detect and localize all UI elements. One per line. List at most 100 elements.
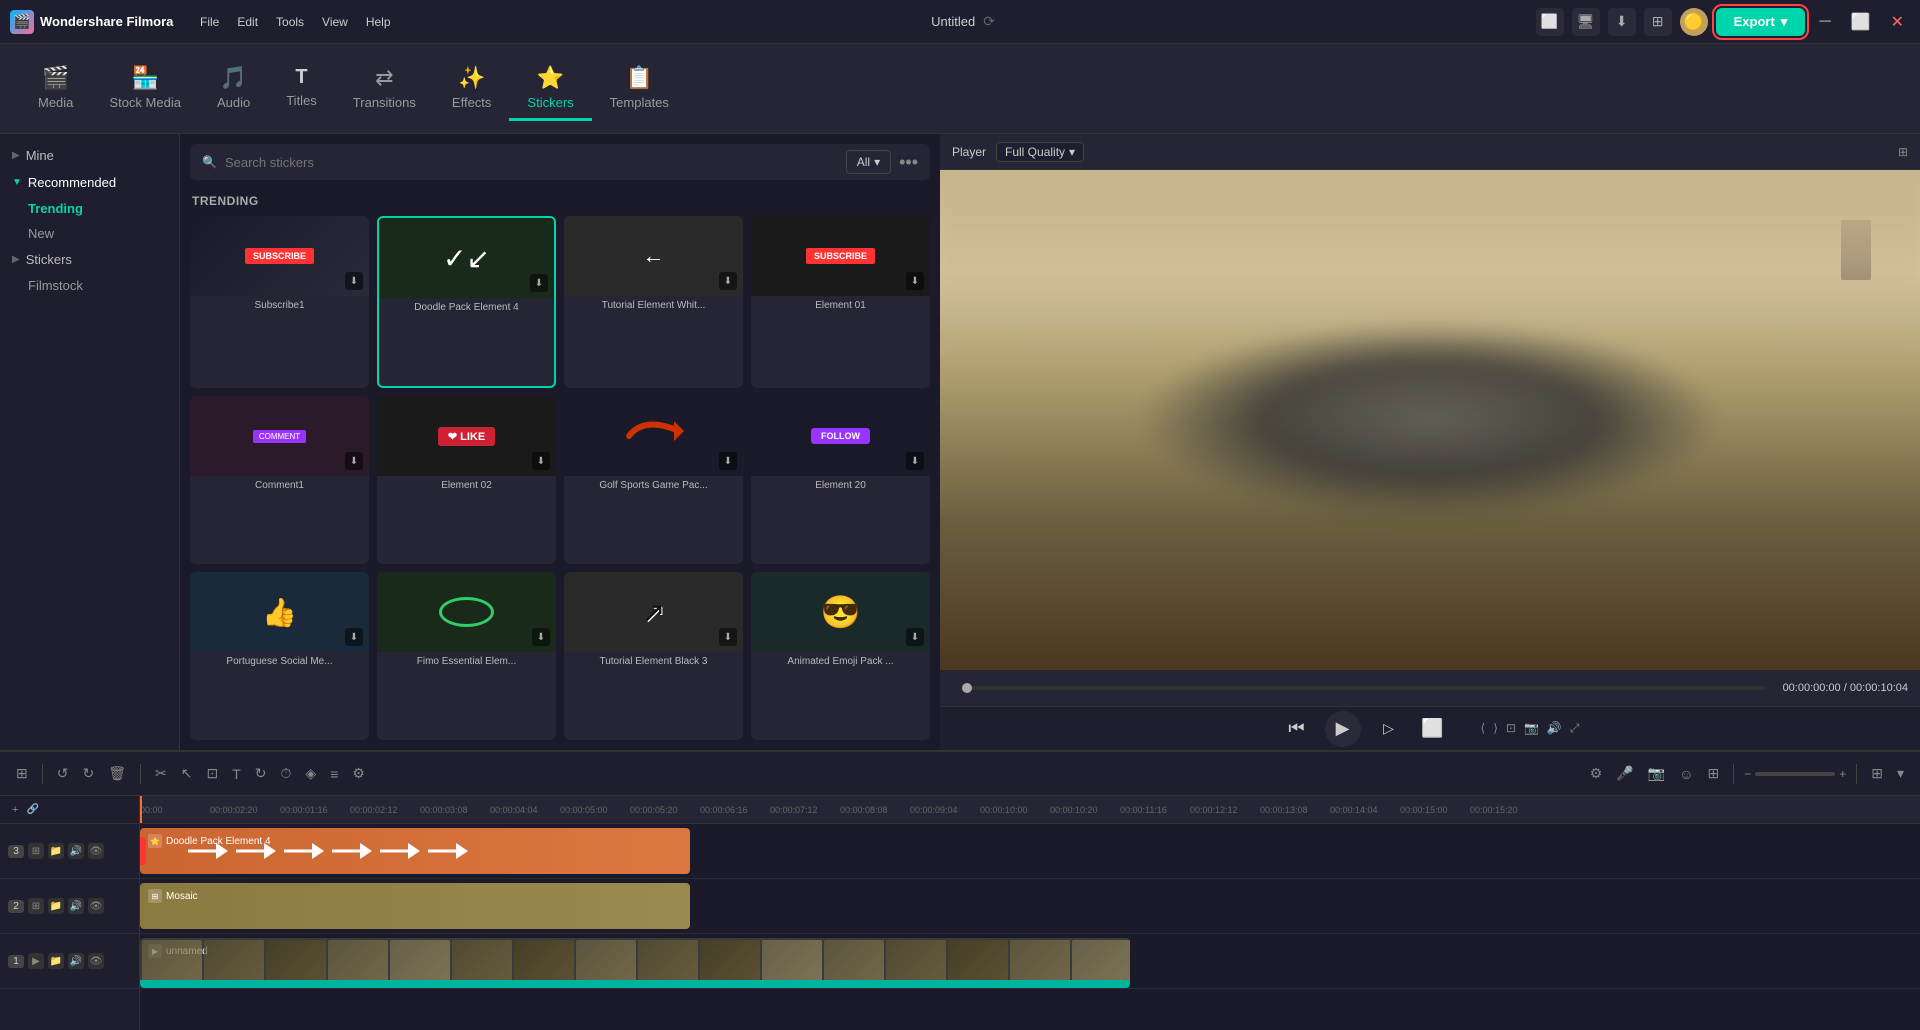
tab-transitions[interactable]: ⇄ Transitions [335, 57, 434, 121]
menu-view[interactable]: View [322, 15, 348, 29]
sidebar-item-stickers[interactable]: ▶ Stickers [0, 246, 179, 273]
timeline-rotate-button[interactable]: ↻ [251, 761, 271, 786]
sticker-element01[interactable]: SUBSCRIBE ⬇ Element 01 [751, 216, 930, 388]
prev-frame-button[interactable]: ⏮ [1281, 713, 1313, 745]
topbar-icon-3[interactable]: ⬇ [1608, 8, 1636, 36]
download-comment-icon[interactable]: ⬇ [345, 452, 363, 470]
layout-icon[interactable]: ⊞ [1898, 145, 1908, 159]
sticker-element02[interactable]: ❤ LIKE ⬇ Element 02 [377, 396, 556, 564]
clip-mosaic[interactable]: ⊞ Mosaic [140, 883, 690, 929]
tab-titles[interactable]: T Titles [268, 58, 335, 119]
playhead[interactable] [140, 796, 142, 823]
timeline-extra-button[interactable]: ⊞ [1703, 761, 1723, 786]
sticker-subscribe1[interactable]: SUBSCRIBE ⬇ Subscribe1 [190, 216, 369, 388]
sticker-element20[interactable]: FOLLOW ⬇ Element 20 [751, 396, 930, 564]
timeline-add-track-button[interactable]: ⊞ [12, 761, 32, 786]
sticker-doodle-pack-4[interactable]: ✓↙ ⬇ Doodle Pack Element 4 [377, 216, 556, 388]
track-1-icon-2[interactable]: 📁 [48, 953, 64, 969]
timeline-delete-button[interactable]: 🗑 [104, 761, 130, 786]
tab-stickers[interactable]: ⭐ Stickers [509, 57, 591, 121]
timeline-cam-button[interactable]: 📷 [1644, 761, 1669, 786]
clip-video[interactable]: ▶ unnamed [140, 938, 1130, 984]
sticker-comment1[interactable]: COMMENT ⬇ Comment1 [190, 396, 369, 564]
topbar-icon-5[interactable]: 🟡 [1680, 8, 1708, 36]
track-1-eye[interactable]: 👁 [88, 953, 104, 969]
menu-help[interactable]: Help [366, 15, 391, 29]
download-element01-icon[interactable]: ⬇ [906, 272, 924, 290]
filter-dropdown[interactable]: All ▾ [846, 150, 891, 174]
menu-tools[interactable]: Tools [276, 15, 304, 29]
sticker-portuguese[interactable]: 👍 ⬇ Portuguese Social Me... [190, 572, 369, 740]
download-tutblack-icon[interactable]: ⬇ [719, 628, 737, 646]
add-track-button[interactable]: + [8, 800, 22, 820]
tab-stock-media[interactable]: 🏪 Stock Media [91, 57, 199, 121]
timeline-redo-button[interactable]: ↻ [78, 761, 98, 786]
sticker-tutorial-whit[interactable]: ← ⬇ Tutorial Element Whit... [564, 216, 743, 388]
snap-icon[interactable]: 🔗 [26, 804, 38, 815]
timeline-ai-button[interactable]: ⚙ [348, 761, 369, 786]
zoom-in-icon[interactable]: + [1839, 767, 1846, 781]
tab-templates[interactable]: 📋 Templates [592, 57, 687, 121]
timeline-mic-button[interactable]: 🎤 [1612, 761, 1637, 786]
timeline-cut-button[interactable]: ✂ [151, 761, 171, 786]
zoom-out-icon[interactable]: − [1744, 767, 1751, 781]
more-options-button[interactable]: ••• [899, 152, 918, 173]
download-emoji-icon[interactable]: ⬇ [906, 628, 924, 646]
zoom-slider[interactable] [1755, 772, 1835, 776]
sidebar-item-trending[interactable]: Trending [0, 196, 179, 221]
crop-icon[interactable]: ⊡ [1506, 721, 1516, 736]
sticker-golf[interactable]: ⬇ Golf Sports Game Pac... [564, 396, 743, 564]
snapshot-icon[interactable]: 📷 [1524, 721, 1539, 736]
track-2-icon-1[interactable]: ⊞ [28, 898, 44, 914]
timeline-more-button[interactable]: ▾ [1893, 761, 1908, 786]
timeline-text-button[interactable]: T [228, 762, 245, 786]
quality-select[interactable]: Full Quality ▾ [996, 142, 1084, 162]
timeline-speed-button[interactable]: ⏱ [276, 761, 295, 786]
sticker-tutblack[interactable]: ↗ ⬇ Tutorial Element Black 3 [564, 572, 743, 740]
out-point-icon[interactable]: ⟩ [1493, 721, 1498, 736]
timeline-settings-button[interactable]: ⚙ [1586, 761, 1607, 786]
sticker-fimo[interactable]: ⬇ Fimo Essential Elem... [377, 572, 556, 740]
sidebar-item-recommended[interactable]: ▼ Recommended [0, 169, 179, 196]
track-3-eye[interactable]: 👁 [88, 843, 104, 859]
track-3-icon-2[interactable]: 📁 [48, 843, 64, 859]
tab-audio[interactable]: 🎵 Audio [199, 57, 268, 121]
track-2-icon-2[interactable]: 📁 [48, 898, 64, 914]
search-input[interactable] [225, 155, 838, 170]
download-element02-icon[interactable]: ⬇ [532, 452, 550, 470]
timeline-audio-button[interactable]: ≡ [326, 762, 342, 786]
close-button[interactable]: ✕ [1885, 12, 1910, 32]
topbar-icon-2[interactable]: 🖥 [1572, 8, 1600, 36]
download-tutorial-icon[interactable]: ⬇ [719, 272, 737, 290]
minimize-button[interactable]: ─ [1813, 13, 1836, 31]
download-fimo-icon[interactable]: ⬇ [532, 628, 550, 646]
timeline-undo-button[interactable]: ↺ [53, 761, 73, 786]
download-golf-icon[interactable]: ⬇ [719, 452, 737, 470]
track-1-icon-3[interactable]: 🔊 [68, 953, 84, 969]
fullscreen-icon[interactable]: ⤢ [1570, 721, 1580, 736]
download-element20-icon[interactable]: ⬇ [906, 452, 924, 470]
timeline-crop-button[interactable]: ⊡ [202, 761, 222, 786]
tab-media[interactable]: 🎬 Media [20, 57, 91, 121]
track-3-icon-1[interactable]: ⊞ [28, 843, 44, 859]
track-1-icon-1[interactable]: ▶ [28, 953, 44, 969]
menu-edit[interactable]: Edit [237, 15, 258, 29]
download-subscribe1-icon[interactable]: ⬇ [345, 272, 363, 290]
next-play-button[interactable]: ▷ [1373, 713, 1405, 745]
download-doodle-icon[interactable]: ⬇ [530, 274, 548, 292]
timeline-face-button[interactable]: ☺ [1675, 762, 1697, 786]
in-point-icon[interactable]: ⟨ [1481, 721, 1486, 736]
export-button[interactable]: Export ▾ [1716, 8, 1806, 36]
clip-doodle-pack[interactable]: ⭐ Doodle Pack Element 4 [140, 828, 690, 874]
timeline-color-button[interactable]: ◈ [301, 761, 320, 786]
volume-icon[interactable]: 🔊 [1547, 721, 1562, 736]
playhead-dot[interactable] [962, 683, 972, 693]
play-pause-button[interactable]: ▶ [1325, 711, 1361, 747]
topbar-icon-1[interactable]: ⬜ [1536, 8, 1564, 36]
track-3-icon-3[interactable]: 🔊 [68, 843, 84, 859]
progress-bar[interactable] [962, 686, 1765, 690]
topbar-icon-4[interactable]: ⊞ [1644, 8, 1672, 36]
restore-button[interactable]: ⬜ [1845, 12, 1877, 32]
sidebar-item-new[interactable]: New [0, 221, 179, 246]
menu-file[interactable]: File [200, 15, 219, 29]
